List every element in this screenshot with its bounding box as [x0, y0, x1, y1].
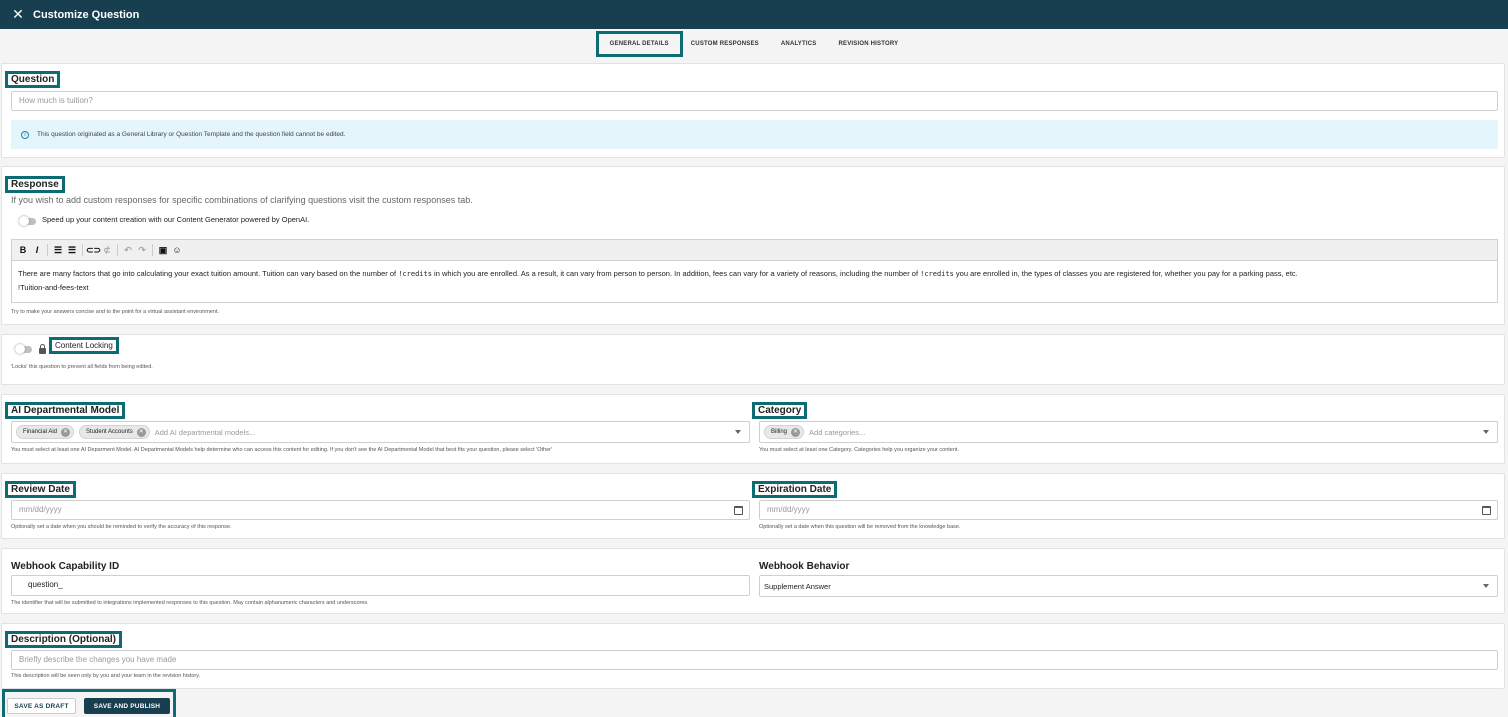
description-label: Description (Optional) — [5, 631, 122, 648]
calendar-icon[interactable] — [734, 506, 743, 515]
description-input[interactable]: Briefly describe the changes you have ma… — [11, 650, 1498, 670]
dates-section: Review Date mm/dd/yyyy Optionally set a … — [1, 473, 1505, 539]
tab-revision-history[interactable]: REVISION HISTORY — [827, 34, 909, 54]
chevron-down-icon[interactable] — [1483, 584, 1489, 588]
info-text: This question originated as a General Li… — [37, 131, 346, 138]
editor-toolbar: B I ☰ ☰ ⊂⊃ ⊄ ↶ ↷ ▣ ☺ — [11, 239, 1498, 261]
category-select[interactable]: Billing ✕ Add categories... — [759, 421, 1498, 443]
ai-model-label: AI Departmental Model — [4, 402, 126, 419]
response-text: in which you are enrolled. As a result, … — [431, 269, 921, 278]
tuition-variable: !Tuition-and-fees-text — [18, 283, 89, 292]
ai-model-placeholder: Add AI departmental models... — [154, 427, 256, 437]
info-banner: i This question originated as a General … — [11, 120, 1498, 149]
response-editor[interactable]: There are many factors that go into calc… — [11, 261, 1498, 303]
question-label: Question — [4, 71, 61, 88]
save-and-publish-button[interactable]: SAVE AND PUBLISH — [84, 698, 170, 714]
response-intro: If you wish to add custom responses for … — [11, 195, 473, 205]
remove-chip-icon[interactable]: ✕ — [61, 427, 71, 437]
tab-custom-responses[interactable]: CUSTOM RESPONSES — [680, 34, 770, 54]
content-generator-toggle[interactable] — [19, 216, 36, 226]
close-icon[interactable]: ✕ — [6, 6, 30, 23]
ai-model-select[interactable]: Financial Aid ✕ Student Accounts ✕ Add AI … — [11, 421, 750, 443]
toolbar-divider — [47, 244, 48, 256]
lock-icon — [39, 344, 46, 354]
chip-label: Billing — [771, 429, 788, 435]
review-date-input[interactable]: mm/dd/yyyy — [11, 500, 750, 520]
description-help: This description will be seen only by yo… — [11, 673, 201, 679]
webhook-behavior-value: Supplement Answer — [764, 581, 831, 591]
chevron-down-icon[interactable] — [1483, 430, 1489, 434]
chip-billing: Billing ✕ — [764, 425, 805, 439]
webhook-behavior-select[interactable]: Supplement Answer — [759, 575, 1498, 597]
webhook-section: Webhook Capability ID question_ The iden… — [1, 548, 1505, 614]
expiration-date-input[interactable]: mm/dd/yyyy — [759, 500, 1498, 520]
model-category-section: AI Departmental Model Financial Aid ✕ Stu… — [1, 394, 1505, 464]
webhook-id-label: Webhook Capability ID — [11, 561, 120, 572]
tab-bar: GENERAL DETAILS CUSTOM RESPONSES ANALYTI… — [0, 31, 1508, 57]
expiration-date-placeholder: mm/dd/yyyy — [767, 505, 810, 514]
toolbar-divider — [152, 244, 153, 256]
question-input[interactable]: How much is tuition? — [11, 91, 1498, 111]
info-icon: i — [21, 130, 29, 139]
action-buttons-group: SAVE AS DRAFT SAVE AND PUBLISH — [2, 689, 176, 717]
chip-student-accounts: Student Accounts ✕ — [79, 425, 150, 439]
ai-model-help: You must select at least one AI Deparmen… — [11, 447, 553, 453]
expiration-date-help: Optionally set a date when this question… — [759, 524, 961, 530]
toolbar-divider — [117, 244, 118, 256]
unlink-icon[interactable]: ⊄ — [100, 245, 114, 256]
response-label: Response — [5, 176, 65, 193]
toolbar-divider — [82, 244, 83, 256]
remove-chip-icon[interactable]: ✕ — [136, 427, 146, 437]
tab-analytics[interactable]: ANALYTICS — [770, 34, 828, 54]
webhook-behavior-label: Webhook Behavior — [759, 561, 850, 572]
response-help: Try to make your answers concise and to … — [11, 309, 219, 315]
chip-label: Financial Aid — [23, 429, 58, 435]
expiration-date-label: Expiration Date — [751, 481, 838, 498]
tab-general-details[interactable]: GENERAL DETAILS — [595, 31, 683, 57]
response-text: There are many factors that go into calc… — [18, 269, 399, 278]
embed-icon[interactable]: ▣ — [156, 245, 170, 256]
top-bar: ✕ Customize Question — [0, 0, 1508, 29]
question-section: Question How much is tuition? i This que… — [1, 63, 1505, 158]
description-section: Description (Optional) Briefly describe … — [1, 623, 1505, 689]
category-placeholder: Add categories... — [809, 427, 866, 437]
credits-variable: !credits — [398, 270, 432, 278]
undo-icon[interactable]: ↶ — [121, 245, 135, 256]
review-date-placeholder: mm/dd/yyyy — [19, 505, 62, 514]
review-date-help: Optionally set a date when you should be… — [11, 524, 232, 530]
numbered-list-icon[interactable]: ☰ — [65, 245, 79, 256]
content-generator-label: Speed up your content creation with our … — [42, 215, 310, 224]
response-section: Response If you wish to add custom respo… — [1, 166, 1505, 325]
chevron-down-icon[interactable] — [735, 430, 741, 434]
calendar-icon[interactable] — [1482, 506, 1491, 515]
bold-icon[interactable]: B — [16, 245, 30, 255]
response-text: you are enrolled in, the types of classe… — [953, 269, 1298, 278]
emoji-icon[interactable]: ☺ — [170, 245, 184, 255]
category-label: Category — [751, 402, 808, 419]
redo-icon[interactable]: ↷ — [135, 245, 149, 256]
remove-chip-icon[interactable]: ✕ — [791, 427, 801, 437]
bulleted-list-icon[interactable]: ☰ — [51, 245, 65, 256]
webhook-id-help: The identifier that will be submitted to… — [11, 600, 369, 606]
italic-icon[interactable]: I — [30, 245, 44, 255]
credits-variable: !credits — [920, 270, 954, 278]
content-locking-label: Content Locking — [49, 337, 119, 354]
content-locking-help: 'Locks' this question to prevent all fie… — [11, 364, 153, 370]
save-as-draft-button[interactable]: SAVE AS DRAFT — [7, 698, 76, 714]
link-icon[interactable]: ⊂⊃ — [86, 245, 101, 256]
review-date-label: Review Date — [5, 481, 76, 498]
category-help: You must select at least one Category. C… — [759, 447, 959, 453]
page-title: Customize Question — [33, 8, 140, 21]
webhook-id-input[interactable]: question_ — [11, 575, 750, 596]
chip-label: Student Accounts — [86, 429, 133, 435]
content-locking-toggle[interactable] — [15, 344, 32, 354]
chip-financial-aid: Financial Aid ✕ — [16, 425, 75, 439]
content-locking-section: Content Locking 'Locks' this question to… — [1, 334, 1505, 385]
